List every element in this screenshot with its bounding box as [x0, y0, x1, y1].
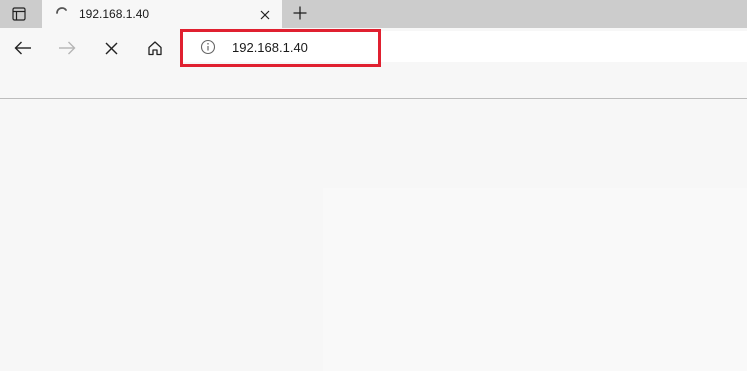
tab-actions-button[interactable]: [0, 0, 38, 28]
close-icon: [105, 42, 117, 54]
forward-button[interactable]: [52, 34, 82, 62]
content-panel: [323, 188, 747, 371]
site-info-button[interactable]: [200, 39, 216, 55]
browser-window: 192.168.1.40 192.168.1.40: [0, 0, 747, 371]
back-button[interactable]: [8, 34, 38, 62]
page-content: [0, 100, 747, 371]
address-url[interactable]: 192.168.1.40: [232, 40, 308, 55]
arrow-right-icon: [59, 41, 76, 55]
loading-spinner-icon: [56, 7, 67, 14]
new-tab-button[interactable]: [288, 1, 312, 25]
home-icon: [148, 41, 162, 56]
home-button[interactable]: [140, 34, 170, 62]
address-bar[interactable]: 192.168.1.40: [183, 31, 747, 62]
plus-icon: [293, 6, 307, 20]
stop-loading-button[interactable]: [96, 34, 126, 62]
favorites-bar: [0, 68, 747, 99]
tab-active[interactable]: 192.168.1.40: [42, 0, 282, 28]
arrow-left-icon: [14, 41, 31, 55]
tab-strip: 192.168.1.40: [0, 0, 747, 28]
tab-close-button[interactable]: [255, 5, 275, 25]
close-icon: [260, 10, 270, 20]
tab-title: 192.168.1.40: [79, 7, 150, 21]
info-icon: [200, 39, 216, 55]
navigation-toolbar: 192.168.1.40: [0, 28, 747, 68]
tab-actions-icon: [12, 7, 26, 21]
